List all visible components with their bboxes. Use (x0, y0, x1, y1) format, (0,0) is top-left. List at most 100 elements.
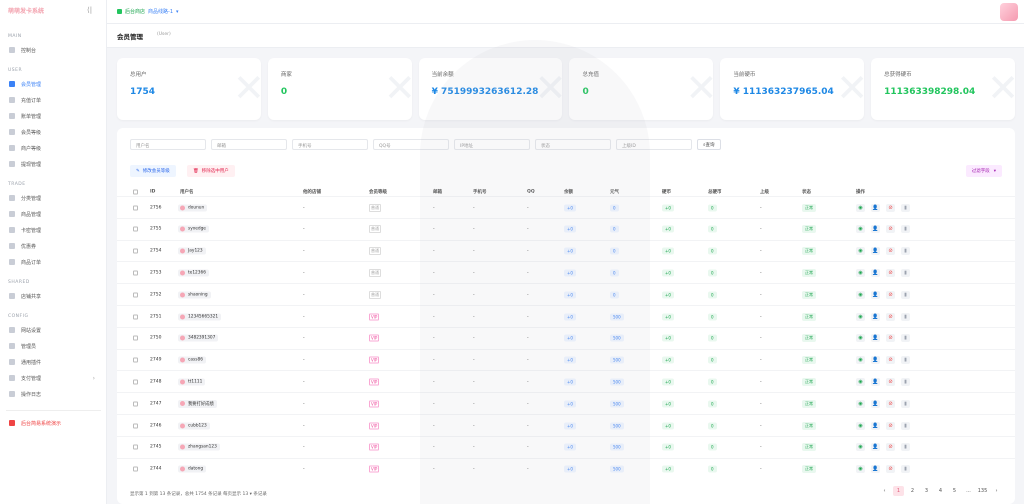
balance-pill[interactable]: +0 (564, 465, 576, 473)
ban-icon[interactable]: ⊘ (886, 268, 895, 277)
trash-icon[interactable]: ▮ (901, 399, 910, 408)
username-chip[interactable]: tt1111 (178, 378, 206, 386)
trash-icon[interactable]: ▮ (901, 421, 910, 430)
balance-pill[interactable]: 500 (610, 378, 624, 386)
view-icon[interactable]: ◉ (856, 334, 865, 343)
coin-pill[interactable]: +0 (662, 204, 674, 211)
ban-icon[interactable]: ⊘ (886, 334, 895, 343)
filter-input[interactable]: 上级ID (616, 139, 692, 150)
user-edit-icon[interactable]: 👤 (871, 247, 880, 256)
balance-pill[interactable]: 0 (610, 247, 619, 255)
trash-icon[interactable]: ▮ (901, 225, 910, 234)
balance-pill[interactable]: +0 (564, 443, 576, 451)
page-button[interactable]: › (991, 486, 1002, 496)
user-edit-icon[interactable]: 👤 (871, 421, 880, 430)
view-icon[interactable]: ◉ (856, 290, 865, 299)
sidebar-item[interactable]: 操作日志 (6, 388, 101, 400)
row-checkbox[interactable] (133, 357, 138, 363)
user-edit-icon[interactable]: 👤 (871, 334, 880, 343)
sidebar-item[interactable]: 卡密管理 (6, 224, 101, 236)
coin-pill[interactable]: 0 (708, 356, 717, 364)
sidebar-item[interactable]: 网站设置 (6, 324, 101, 336)
page-button[interactable]: 1 (893, 486, 904, 496)
trash-icon[interactable]: ▮ (901, 268, 910, 277)
filter-input[interactable]: 邮箱 (211, 139, 287, 150)
username-chip[interactable]: 3482391307 (178, 334, 219, 342)
balance-pill[interactable]: 500 (610, 356, 624, 364)
coin-pill[interactable]: 0 (708, 204, 717, 211)
sidebar-item[interactable]: 支付管理 › (6, 372, 101, 384)
page-button[interactable]: 5 (949, 486, 960, 496)
username-chip[interactable]: zhangsan123 (178, 443, 220, 451)
ban-icon[interactable]: ⊘ (886, 225, 895, 234)
coin-pill[interactable]: +0 (662, 269, 674, 277)
username-chip[interactable]: cass86 (178, 356, 206, 364)
coin-pill[interactable]: +0 (662, 378, 674, 386)
coin-pill[interactable]: 0 (708, 247, 717, 255)
coin-pill[interactable]: 0 (708, 291, 717, 299)
trash-icon[interactable]: ▮ (901, 356, 910, 365)
trash-icon[interactable]: ▮ (901, 312, 910, 321)
username-chip[interactable]: shaoning (178, 291, 211, 299)
balance-pill[interactable]: +0 (564, 400, 576, 408)
username-chip[interactable]: te12366 (178, 269, 209, 277)
balance-pill[interactable]: 0 (610, 291, 619, 299)
trash-icon[interactable]: ▮ (901, 247, 910, 256)
username-chip[interactable]: 12345665321 (178, 313, 222, 320)
view-icon[interactable]: ◉ (856, 377, 865, 386)
sidebar-item[interactable]: 店铺共享 (6, 290, 101, 302)
user-edit-icon[interactable]: 👤 (871, 465, 880, 474)
ban-icon[interactable]: ⊘ (886, 421, 895, 430)
sidebar-item[interactable]: 商户等级 (6, 142, 101, 154)
row-checkbox[interactable] (133, 314, 138, 319)
coin-pill[interactable]: 0 (708, 334, 717, 342)
sidebar-item[interactable]: 会员等级 (6, 126, 101, 138)
balance-pill[interactable]: +0 (564, 269, 576, 277)
user-edit-icon[interactable]: 👤 (871, 443, 880, 452)
username-chip[interactable]: Jay123 (178, 247, 206, 255)
filter-input[interactable]: 手机号 (292, 139, 368, 150)
sidebar-footer-link[interactable]: 后台简易系统演示 (6, 417, 101, 429)
sidebar-item[interactable]: 控制台 (6, 44, 101, 56)
coin-pill[interactable]: +0 (662, 225, 674, 233)
username-chip[interactable]: 我要打好成绩 (178, 399, 217, 408)
row-checkbox[interactable] (133, 335, 138, 341)
coin-pill[interactable]: +0 (662, 334, 674, 342)
coin-pill[interactable]: +0 (662, 400, 674, 408)
balance-pill[interactable]: 500 (610, 334, 624, 342)
trash-icon[interactable]: ▮ (901, 465, 910, 474)
balance-pill[interactable]: +0 (564, 334, 576, 342)
balance-pill[interactable]: 500 (610, 465, 624, 473)
ban-icon[interactable]: ⊘ (886, 203, 895, 212)
coin-pill[interactable]: 0 (708, 269, 717, 277)
coin-pill[interactable]: +0 (662, 443, 674, 451)
page-button[interactable]: ‹ (879, 486, 890, 496)
balance-pill[interactable]: +0 (564, 356, 576, 364)
page-button[interactable]: 135 (977, 486, 988, 496)
balance-pill[interactable]: +0 (564, 291, 576, 299)
view-icon[interactable]: ◉ (856, 465, 865, 474)
row-checkbox[interactable] (133, 270, 138, 276)
coin-pill[interactable]: +0 (662, 247, 674, 255)
balance-pill[interactable]: 0 (610, 225, 619, 233)
row-checkbox[interactable] (133, 292, 138, 298)
username-chip[interactable]: syxedge (178, 225, 209, 233)
balance-pill[interactable]: 500 (610, 313, 624, 320)
page-button[interactable]: ... (963, 486, 974, 496)
user-edit-icon[interactable]: 👤 (871, 203, 880, 212)
coin-pill[interactable]: +0 (662, 422, 674, 429)
shop-select[interactable]: 商品线路-1 (148, 8, 173, 15)
balance-pill[interactable]: 500 (610, 400, 624, 408)
user-edit-icon[interactable]: 👤 (871, 290, 880, 299)
filter-input[interactable]: IP地址 (454, 139, 530, 150)
sidebar-item[interactable]: 管理员 (6, 340, 101, 352)
ban-icon[interactable]: ⊘ (886, 465, 895, 474)
sidebar-item[interactable]: 商品管理 (6, 208, 101, 220)
collapse-sidebar-icon[interactable]: ⟨| (87, 6, 92, 14)
view-icon[interactable]: ◉ (856, 443, 865, 452)
view-icon[interactable]: ◉ (856, 312, 865, 321)
ban-icon[interactable]: ⊘ (886, 312, 895, 321)
sidebar-item[interactable]: 通用插件 (6, 356, 101, 368)
view-icon[interactable]: ◉ (856, 399, 865, 408)
page-button[interactable]: 4 (935, 486, 946, 496)
